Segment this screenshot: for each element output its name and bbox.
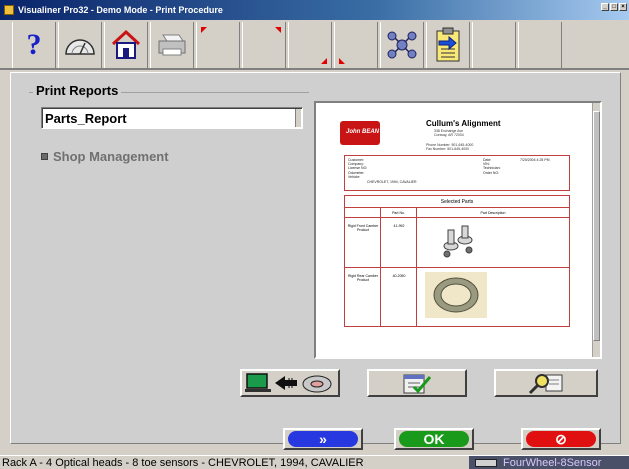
app-icon xyxy=(4,5,14,15)
toolbar-empty-button-1[interactable] xyxy=(472,22,516,68)
header-cell xyxy=(345,208,381,218)
computer-to-disk-icon xyxy=(245,373,332,393)
zoom-button[interactable] xyxy=(494,369,598,397)
toolbar-empty-button-2[interactable] xyxy=(518,22,562,68)
parts-table-title: Selected Parts xyxy=(345,196,569,208)
info-left-labels: Customer: Company: License NO: Odometer:… xyxy=(348,158,367,179)
row-label-cell: Rigid Rear Camber Product xyxy=(345,268,381,326)
sensor-indicator: FourWheel-8Sensor xyxy=(469,456,629,469)
tree-item-shop-management[interactable]: Shop Management xyxy=(41,149,169,164)
next-button[interactable]: » xyxy=(283,428,363,450)
magnifier-icon xyxy=(528,374,563,395)
preview-scrollbar[interactable] xyxy=(592,103,600,357)
header-cell: Part Description xyxy=(480,211,506,215)
toolbar-corner-button-1[interactable] xyxy=(196,22,240,68)
info-right-labels: Date: VIN: Technician: Order NO: xyxy=(483,158,501,175)
minimize-button[interactable]: _ xyxy=(601,3,609,11)
company-logo: John BEAN xyxy=(340,121,380,145)
address-line: Conway, AR 72034 xyxy=(434,133,464,137)
fax-line: Fax Number: 501-645-4000 xyxy=(426,147,469,151)
window-title: Visualiner Pro32 - Demo Mode - Print Pro… xyxy=(18,5,223,15)
next-arrow-icon: » xyxy=(319,431,327,447)
date-value: 7/20/2004 4:25 PM xyxy=(520,158,550,162)
table-row: Rigid Front Camber Product 41-992 xyxy=(345,218,569,268)
tree-item-label: Shop Management xyxy=(53,149,169,164)
company-address: 338 Exchange Ave Conway, AR 72034 xyxy=(434,129,464,137)
main-toolbar: ? xyxy=(0,20,629,70)
help-icon: ? xyxy=(26,28,42,61)
header-cell: Part No. xyxy=(381,208,417,218)
toolbar-home-button[interactable] xyxy=(104,22,148,68)
vehicle-value: CHEVROLET, 1994, CAVALIER xyxy=(367,180,417,184)
logo-text: John BEAN xyxy=(346,129,379,135)
maximize-button[interactable]: □ xyxy=(610,3,618,11)
transfer-button[interactable] xyxy=(240,369,340,397)
parts-table: Selected Parts Part No. Part Description… xyxy=(344,195,570,327)
parts-table-header: Part No. Part Description xyxy=(345,208,569,218)
status-bar: Rack A - 4 Optical heads - 8 toe sensors… xyxy=(0,455,629,469)
company-phone: Phone Number: 501-645-4000 Fax Number: 5… xyxy=(426,143,473,151)
toolbar-corner-button-2[interactable] xyxy=(242,22,286,68)
sensor-label: FourWheel-8Sensor xyxy=(503,457,602,469)
part-no-cell: 41-992 xyxy=(381,218,417,267)
ok-button[interactable]: OK xyxy=(394,428,474,450)
part-no: 41-992 xyxy=(393,224,405,228)
part-no: 40-2050 xyxy=(392,274,406,278)
part-no-cell: 40-2050 xyxy=(381,268,417,326)
red-corner-marker-icon xyxy=(321,58,327,64)
printer-icon xyxy=(158,34,186,56)
window-controls: _ □ × xyxy=(601,3,627,11)
customer-info-box: Customer: Company: License NO: Odometer:… xyxy=(344,155,570,191)
gauge-icon xyxy=(65,39,95,55)
title-bar: Visualiner Pro32 - Demo Mode - Print Pro… xyxy=(0,0,629,20)
toolbar-network-button[interactable] xyxy=(380,22,424,68)
red-corner-marker-icon xyxy=(201,27,207,33)
toolbar-help-button[interactable]: ? xyxy=(12,22,56,68)
next-pill: » xyxy=(288,431,358,447)
row-label-cell: Rigid Front Camber Product xyxy=(345,218,381,267)
table-row: Rigid Rear Camber Product 40-2050 xyxy=(345,268,569,326)
cancel-icon: ⊘ xyxy=(555,430,567,447)
checklist-icon xyxy=(403,374,432,394)
info-label: Technician: xyxy=(483,166,501,171)
cancel-pill: ⊘ xyxy=(526,431,596,447)
network-icon xyxy=(387,31,417,59)
camber-bolt-image xyxy=(443,225,473,258)
toolbar-clipboard-button[interactable] xyxy=(426,22,470,68)
report-preview[interactable]: John BEAN Cullum's Alignment 338 Exchang… xyxy=(314,101,602,359)
report-select-value: Parts_Report xyxy=(45,111,127,126)
toolbar-corner-button-4[interactable] xyxy=(334,22,378,68)
shim-ring-image xyxy=(425,272,487,318)
info-label: License NO: xyxy=(348,166,368,171)
sensor-rack-icon xyxy=(475,459,497,467)
row-label: Rigid Front Camber Product xyxy=(347,224,379,232)
close-button[interactable]: × xyxy=(619,3,627,11)
cancel-button[interactable]: ⊘ xyxy=(521,428,601,450)
info-label: Order NO: xyxy=(483,170,500,175)
info-label: Vehicle: xyxy=(348,174,361,179)
home-icon xyxy=(111,29,141,59)
report-select[interactable]: Parts_Report xyxy=(41,107,303,129)
toolbar-corner-button-3[interactable] xyxy=(288,22,332,68)
ok-pill: OK xyxy=(399,431,469,447)
status-text: Rack A - 4 Optical heads - 8 toe sensors… xyxy=(2,457,364,469)
print-reports-title: Print Reports xyxy=(33,83,122,98)
report-select-arrow[interactable] xyxy=(295,109,301,127)
company-name: Cullum's Alignment xyxy=(426,119,501,128)
report-sheet: John BEAN Cullum's Alignment 338 Exchang… xyxy=(326,111,592,351)
clipboard-arrow-icon xyxy=(436,27,460,62)
row-label: Rigid Rear Camber Product xyxy=(348,274,378,282)
toolbar-gauge-button[interactable] xyxy=(58,22,102,68)
tree-bullet-icon xyxy=(41,153,48,160)
print-panel: Print Reports Parts_Report Shop Manageme… xyxy=(10,72,621,450)
ok-label: OK xyxy=(423,431,445,447)
edit-button[interactable] xyxy=(367,369,467,397)
red-corner-marker-icon xyxy=(339,58,345,64)
toolbar-print-button[interactable] xyxy=(150,22,194,68)
preview-scroll-thumb[interactable] xyxy=(593,111,600,341)
red-corner-marker-icon xyxy=(275,27,281,33)
